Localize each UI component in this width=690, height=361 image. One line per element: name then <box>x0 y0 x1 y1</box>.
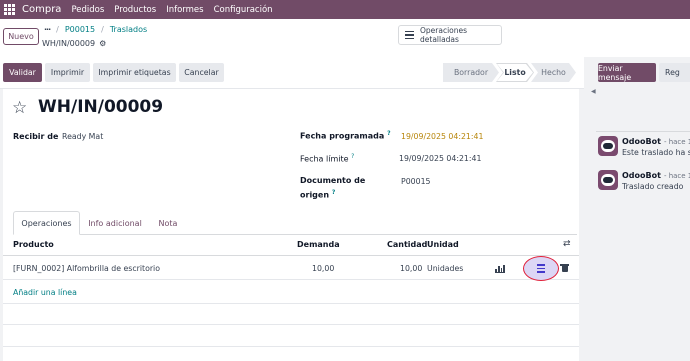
apps-grid-icon[interactable] <box>2 3 16 17</box>
detailed-operations-button[interactable]: Operaciones detalladas <box>398 25 502 45</box>
scheduled-date-field[interactable]: 19/09/2025 04:21:41 <box>401 132 483 141</box>
source-document-label: Documento de origen ? <box>300 175 365 202</box>
source-document-label-line2: origen <box>300 190 330 200</box>
table-row[interactable]: [FURN_0002] Alfombrilla de escritorio 10… <box>3 256 579 280</box>
trash-icon[interactable] <box>560 264 569 272</box>
stage-hecho[interactable]: Hecho <box>531 63 576 82</box>
breadcrumb-separator: / <box>101 25 104 34</box>
scheduled-date-label-text: Fecha programada <box>300 131 385 141</box>
column-header-unit[interactable]: Unidad <box>427 240 459 249</box>
menu-item-productos[interactable]: Productos <box>114 5 156 15</box>
print-button[interactable]: Imprimir <box>45 63 90 82</box>
row-quantity: 10,00 <box>400 264 423 273</box>
column-header-demand[interactable]: Demanda <box>297 240 340 249</box>
odoobot-avatar[interactable] <box>598 170 618 190</box>
column-header-quantity[interactable]: Cantidad <box>387 240 427 249</box>
record-name: WH/IN/00009 ⚙ <box>42 39 106 48</box>
print-labels-button[interactable]: Imprimir etiquetas <box>93 63 176 82</box>
breadcrumb-separator: / <box>56 25 59 34</box>
send-message-button[interactable]: Enviar mensaje <box>598 63 656 82</box>
forecast-chart-icon[interactable] <box>495 265 505 273</box>
record-name-text: WH/IN/00009 <box>42 39 96 48</box>
source-document-field[interactable]: P00015 <box>401 177 431 186</box>
validate-button[interactable]: Validar <box>3 63 42 82</box>
message-time: - hace 1 m <box>663 138 690 146</box>
log-note-button[interactable]: Reg <box>659 63 690 82</box>
scheduled-date-label: Fecha programada ? <box>300 130 391 141</box>
chatter-message: OdooBot- hace 1 m Este traslado ha si <box>598 136 690 160</box>
help-icon[interactable]: ? <box>387 130 390 137</box>
breadcrumb-item-p00015[interactable]: P00015 <box>65 25 95 34</box>
star-icon[interactable]: ☆ <box>12 98 27 118</box>
chatter-divider <box>596 131 690 132</box>
menu-item-informes[interactable]: Informes <box>166 5 203 15</box>
help-icon[interactable]: ? <box>351 153 354 160</box>
detailed-operations-row-button[interactable] <box>523 256 559 281</box>
tab-nota[interactable]: Nota <box>149 211 187 235</box>
message-author: OdooBot- hace 1 m <box>622 137 690 146</box>
stage-listo[interactable]: Listo <box>497 64 533 81</box>
list-icon <box>537 264 545 273</box>
form-sheet: ☆ WH/IN/00009 Recibir de Ready Mat Fecha… <box>3 89 579 361</box>
breadcrumb-item-traslados[interactable]: Traslados <box>110 25 147 34</box>
message-time: - hace 1 m <box>663 172 690 180</box>
tab-operaciones[interactable]: Operaciones <box>13 211 80 235</box>
menu-item-pedidos[interactable]: Pedidos <box>71 5 104 15</box>
deadline-label: Fecha límite ? <box>300 153 354 164</box>
stage-listo-wrap: Listo <box>496 63 534 82</box>
source-document-label-line1: Documento de <box>300 176 366 185</box>
action-bar: Validar Imprimir Imprimir etiquetas Canc… <box>0 57 584 89</box>
column-header-product[interactable]: Producto <box>13 240 54 249</box>
receive-from-label: Recibir de <box>13 132 59 141</box>
page-title: WH/IN/00009 <box>38 97 164 117</box>
control-panel: Nuevo ··· / P00015 / Traslados WH/IN/000… <box>0 19 690 57</box>
chatter-panel: Enviar mensaje Reg ◀ OdooBot- hace 1 m E… <box>588 57 690 361</box>
message-author: OdooBot- hace 1 m <box>622 171 690 180</box>
breadcrumb: ··· / P00015 / Traslados <box>44 25 147 34</box>
status-bar: Borrador Listo Hecho <box>443 63 573 82</box>
deadline-field[interactable]: 19/09/2025 04:21:41 <box>399 154 481 163</box>
new-button[interactable]: Nuevo <box>3 28 39 45</box>
message-author-name[interactable]: OdooBot <box>622 171 661 180</box>
breadcrumb-more[interactable]: ··· <box>44 25 51 34</box>
empty-row-divider <box>3 303 579 304</box>
stage-borrador[interactable]: Borrador <box>443 63 499 82</box>
app-brand[interactable]: Compra <box>22 4 61 15</box>
row-unit: Unidades <box>427 264 464 273</box>
gear-icon[interactable]: ⚙ <box>99 39 106 48</box>
chatter-message: OdooBot- hace 1 m Traslado creado <box>598 170 690 194</box>
list-icon <box>405 30 414 40</box>
message-body: Traslado creado <box>622 182 684 191</box>
odoobot-avatar[interactable] <box>598 136 618 156</box>
empty-row-divider <box>3 324 579 325</box>
notebook-tabs: Operaciones Info adicional Nota <box>13 211 577 235</box>
top-navbar: Compra Pedidos Productos Informes Config… <box>0 0 690 19</box>
row-demand: 10,00 <box>312 264 335 273</box>
deadline-label-text: Fecha límite <box>300 154 349 164</box>
help-icon[interactable]: ? <box>332 189 335 196</box>
detailed-operations-label: Operaciones detalladas <box>420 26 468 44</box>
message-author-name[interactable]: OdooBot <box>622 137 661 146</box>
empty-row-divider <box>3 346 579 347</box>
optional-columns-icon[interactable]: ⇄ <box>563 239 571 249</box>
tab-info-adicional[interactable]: Info adicional <box>83 211 147 235</box>
receive-from-field[interactable]: Ready Mat <box>62 132 103 141</box>
add-line-link[interactable]: Añadir una línea <box>13 288 77 297</box>
row-product: [FURN_0002] Alfombrilla de escritorio <box>13 264 160 273</box>
table-header: Producto Demanda Cantidad Unidad <box>3 235 579 256</box>
message-body: Este traslado ha si <box>622 148 690 157</box>
caret-left-icon[interactable]: ◀ <box>591 88 596 95</box>
menu-item-configuracion[interactable]: Configuración <box>214 5 273 15</box>
cancel-button[interactable]: Cancelar <box>179 63 224 82</box>
